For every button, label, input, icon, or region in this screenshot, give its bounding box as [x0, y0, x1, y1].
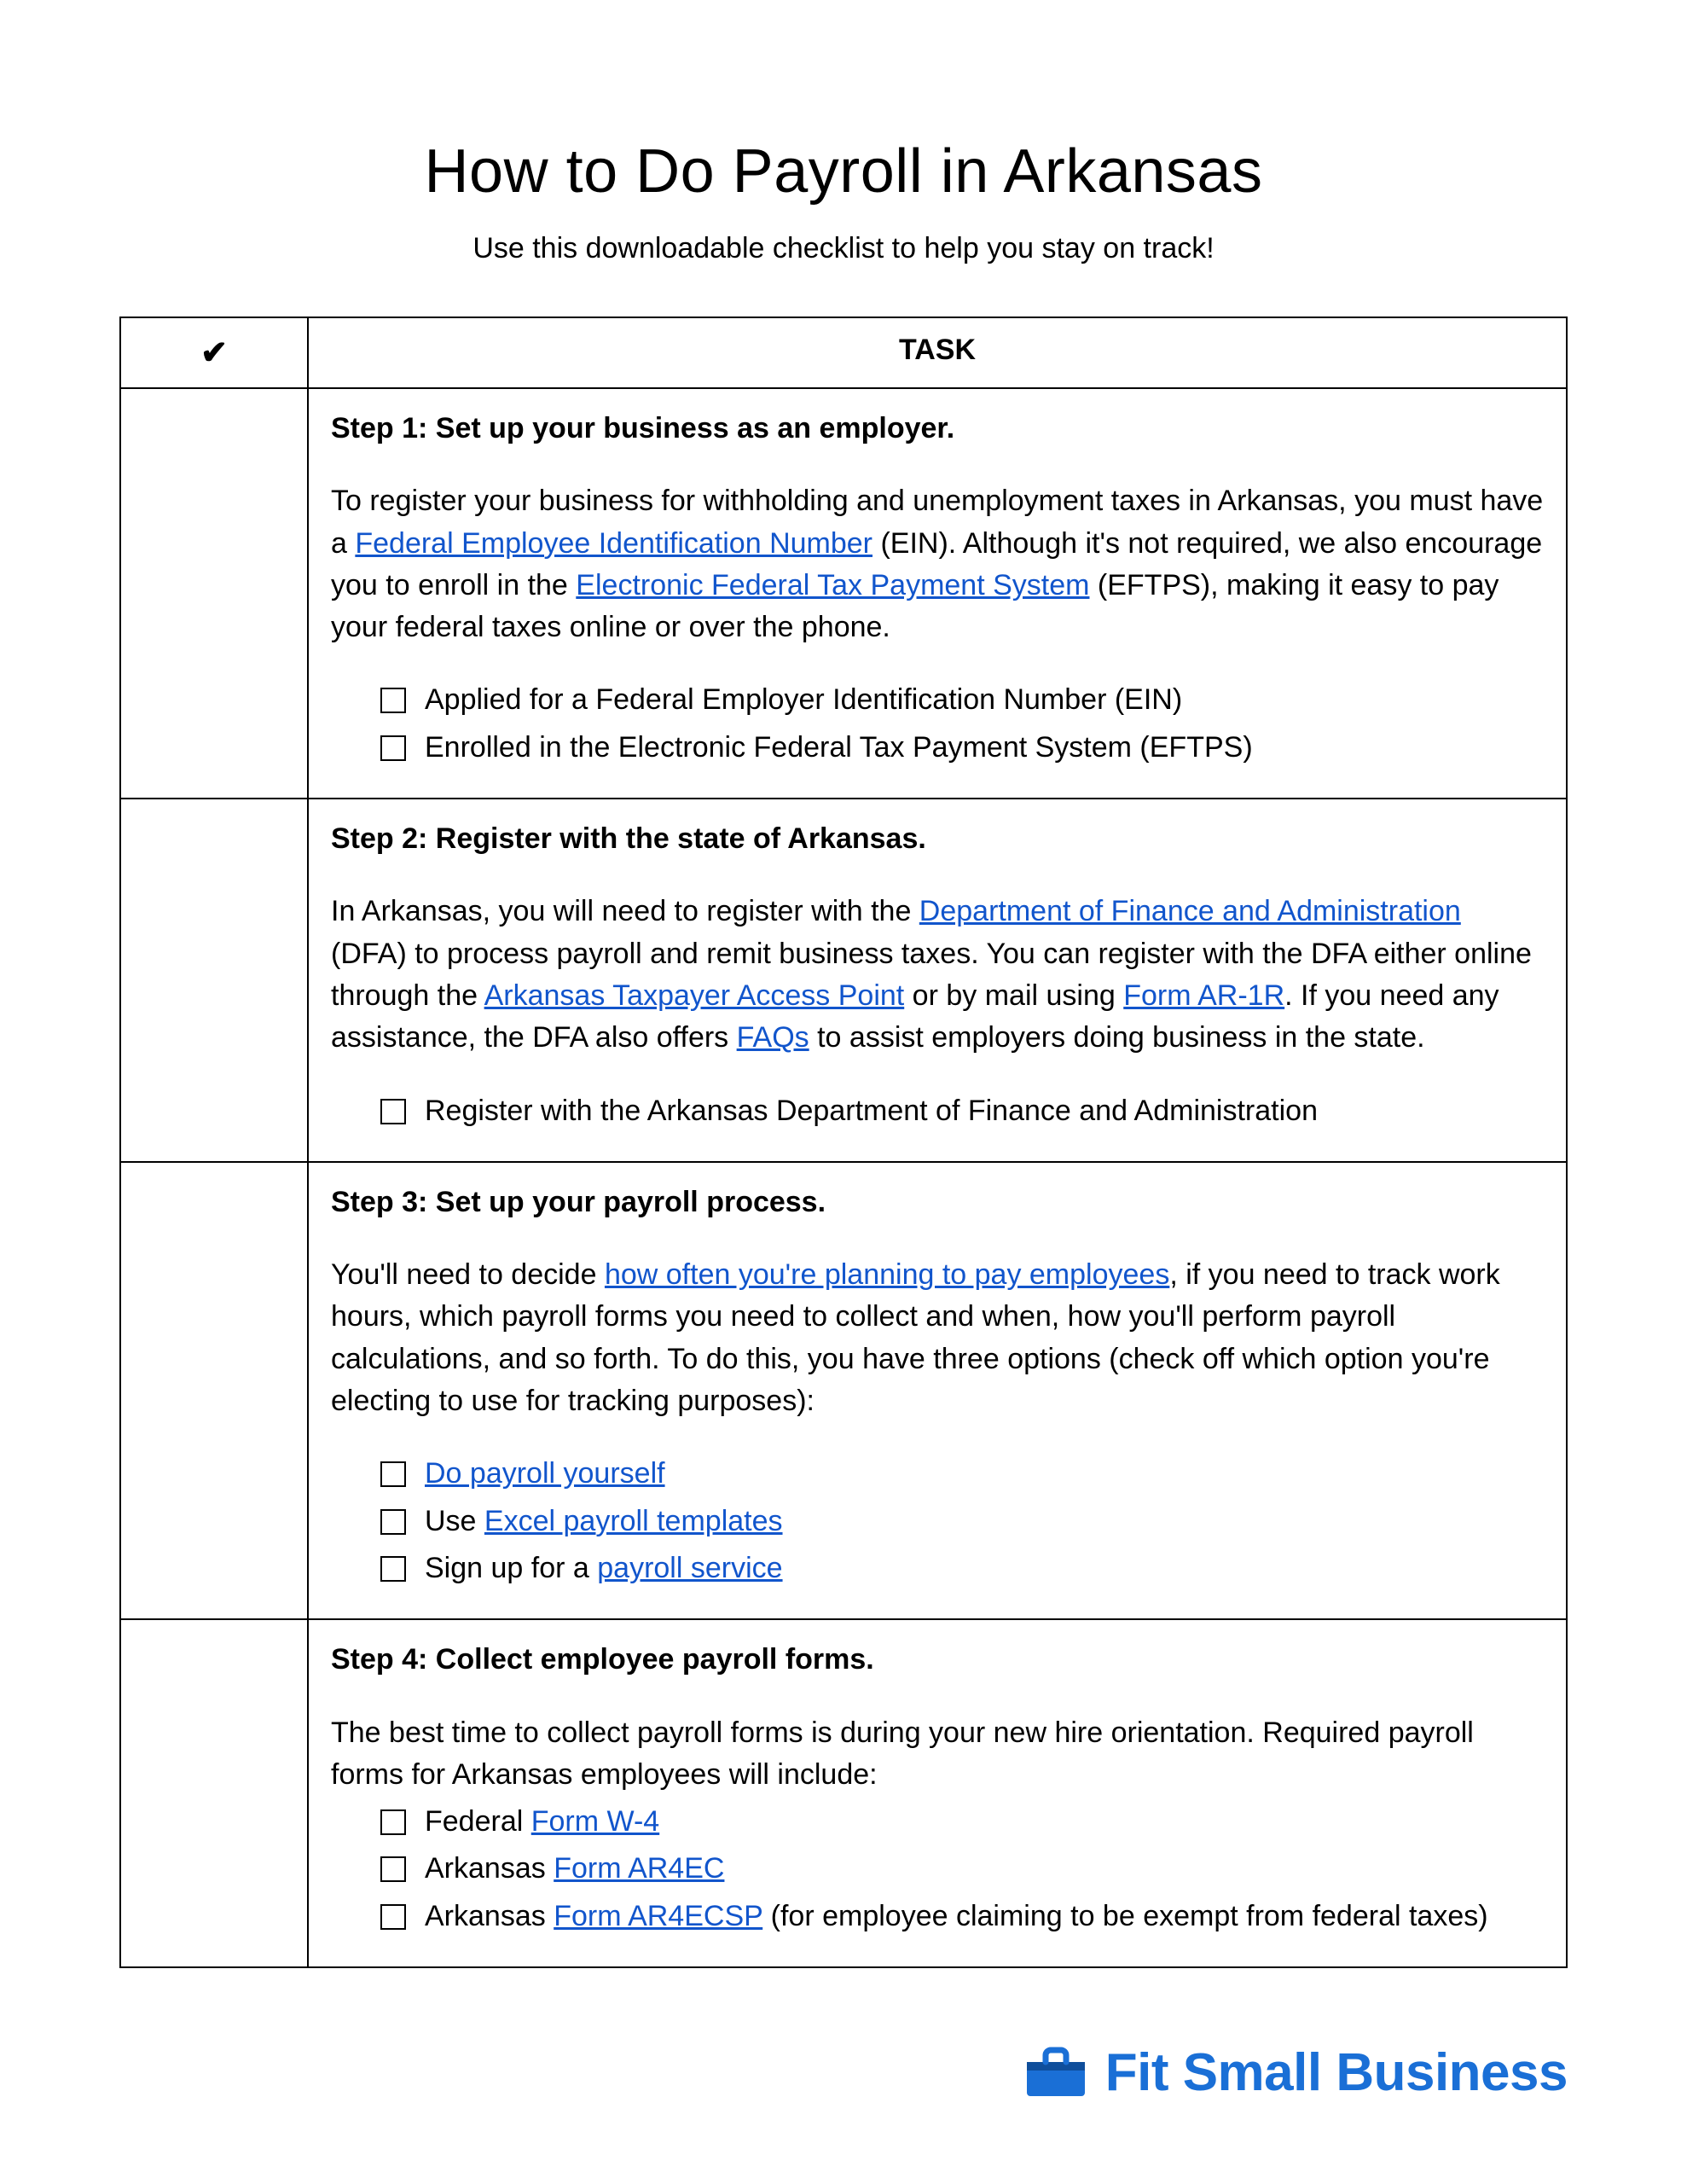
step-body: The best time to collect payroll forms i…: [331, 1712, 1544, 1797]
check-list: Register with the Arkansas Department of…: [331, 1090, 1544, 1132]
link[interactable]: Form W-4: [531, 1805, 659, 1838]
page-title: How to Do Payroll in Arkansas: [119, 136, 1568, 206]
check-list: Federal Form W-4 Arkansas Form AR4EC Arkan…: [331, 1801, 1544, 1937]
task-cell: Step 2: Register with the state of Arkan…: [308, 799, 1567, 1162]
footer-logo: Fit Small Business: [1022, 2042, 1568, 2103]
col-header-check: ✔: [120, 317, 308, 388]
link[interactable]: how often you're planning to pay employe…: [605, 1258, 1169, 1291]
link[interactable]: Department of Finance and Administration: [919, 895, 1461, 927]
task-cell: Step 4: Collect employee payroll forms. T…: [308, 1619, 1567, 1967]
link[interactable]: FAQs: [737, 1021, 809, 1054]
footer-brand-text: Fit Small Business: [1105, 2042, 1568, 2103]
link[interactable]: Arkansas Taxpayer Access Point: [484, 979, 905, 1012]
table-row: Step 1: Set up your business as an emplo…: [120, 388, 1567, 799]
check-item[interactable]: Use Excel payroll templates: [380, 1501, 1544, 1542]
step-title: Step 1: Set up your business as an emplo…: [331, 408, 1544, 450]
step-body: In Arkansas, you will need to register w…: [331, 891, 1544, 1059]
checklist-table: ✔ TASK Step 1: Set up your business as a…: [119, 317, 1568, 1968]
step-title: Step 3: Set up your payroll process.: [331, 1182, 1544, 1223]
link[interactable]: Do payroll yourself: [425, 1457, 665, 1490]
link[interactable]: Form AR4ECSP: [554, 1900, 762, 1932]
check-list: Applied for a Federal Employer Identific…: [331, 679, 1544, 769]
check-item[interactable]: Federal Form W-4: [380, 1801, 1544, 1843]
check-item[interactable]: Register with the Arkansas Department of…: [380, 1090, 1544, 1132]
check-item[interactable]: Do payroll yourself: [380, 1453, 1544, 1495]
col-header-task: TASK: [308, 317, 1567, 388]
check-cell: [120, 799, 308, 1162]
link[interactable]: Electronic Federal Tax Payment System: [576, 569, 1089, 601]
task-cell: Step 1: Set up your business as an emplo…: [308, 388, 1567, 799]
check-item[interactable]: Arkansas Form AR4ECSP (for employee clai…: [380, 1896, 1544, 1937]
check-cell: [120, 1162, 308, 1619]
link[interactable]: payroll service: [597, 1552, 782, 1584]
briefcase-icon: [1022, 2047, 1090, 2100]
step-body: To register your business for withholdin…: [331, 480, 1544, 648]
check-cell: [120, 388, 308, 799]
table-row: Step 4: Collect employee payroll forms. T…: [120, 1619, 1567, 1967]
check-item[interactable]: Arkansas Form AR4EC: [380, 1848, 1544, 1890]
task-cell: Step 3: Set up your payroll process. You'…: [308, 1162, 1567, 1619]
step-body: You'll need to decide how often you're p…: [331, 1254, 1544, 1422]
check-item[interactable]: Applied for a Federal Employer Identific…: [380, 679, 1544, 721]
check-cell: [120, 1619, 308, 1967]
page-subtitle: Use this downloadable checklist to help …: [119, 232, 1568, 265]
link[interactable]: Form AR4EC: [554, 1852, 724, 1885]
check-list: Do payroll yourself Use Excel payroll tem…: [331, 1453, 1544, 1589]
step-title: Step 4: Collect employee payroll forms.: [331, 1639, 1544, 1681]
table-row: Step 2: Register with the state of Arkan…: [120, 799, 1567, 1162]
link[interactable]: Excel payroll templates: [484, 1505, 783, 1537]
link[interactable]: Federal Employee Identification Number: [355, 527, 872, 560]
table-row: Step 3: Set up your payroll process. You'…: [120, 1162, 1567, 1619]
check-item[interactable]: Enrolled in the Electronic Federal Tax P…: [380, 727, 1544, 769]
link[interactable]: Form AR-1R: [1123, 979, 1284, 1012]
check-item[interactable]: Sign up for a payroll service: [380, 1548, 1544, 1589]
step-title: Step 2: Register with the state of Arkan…: [331, 818, 1544, 860]
